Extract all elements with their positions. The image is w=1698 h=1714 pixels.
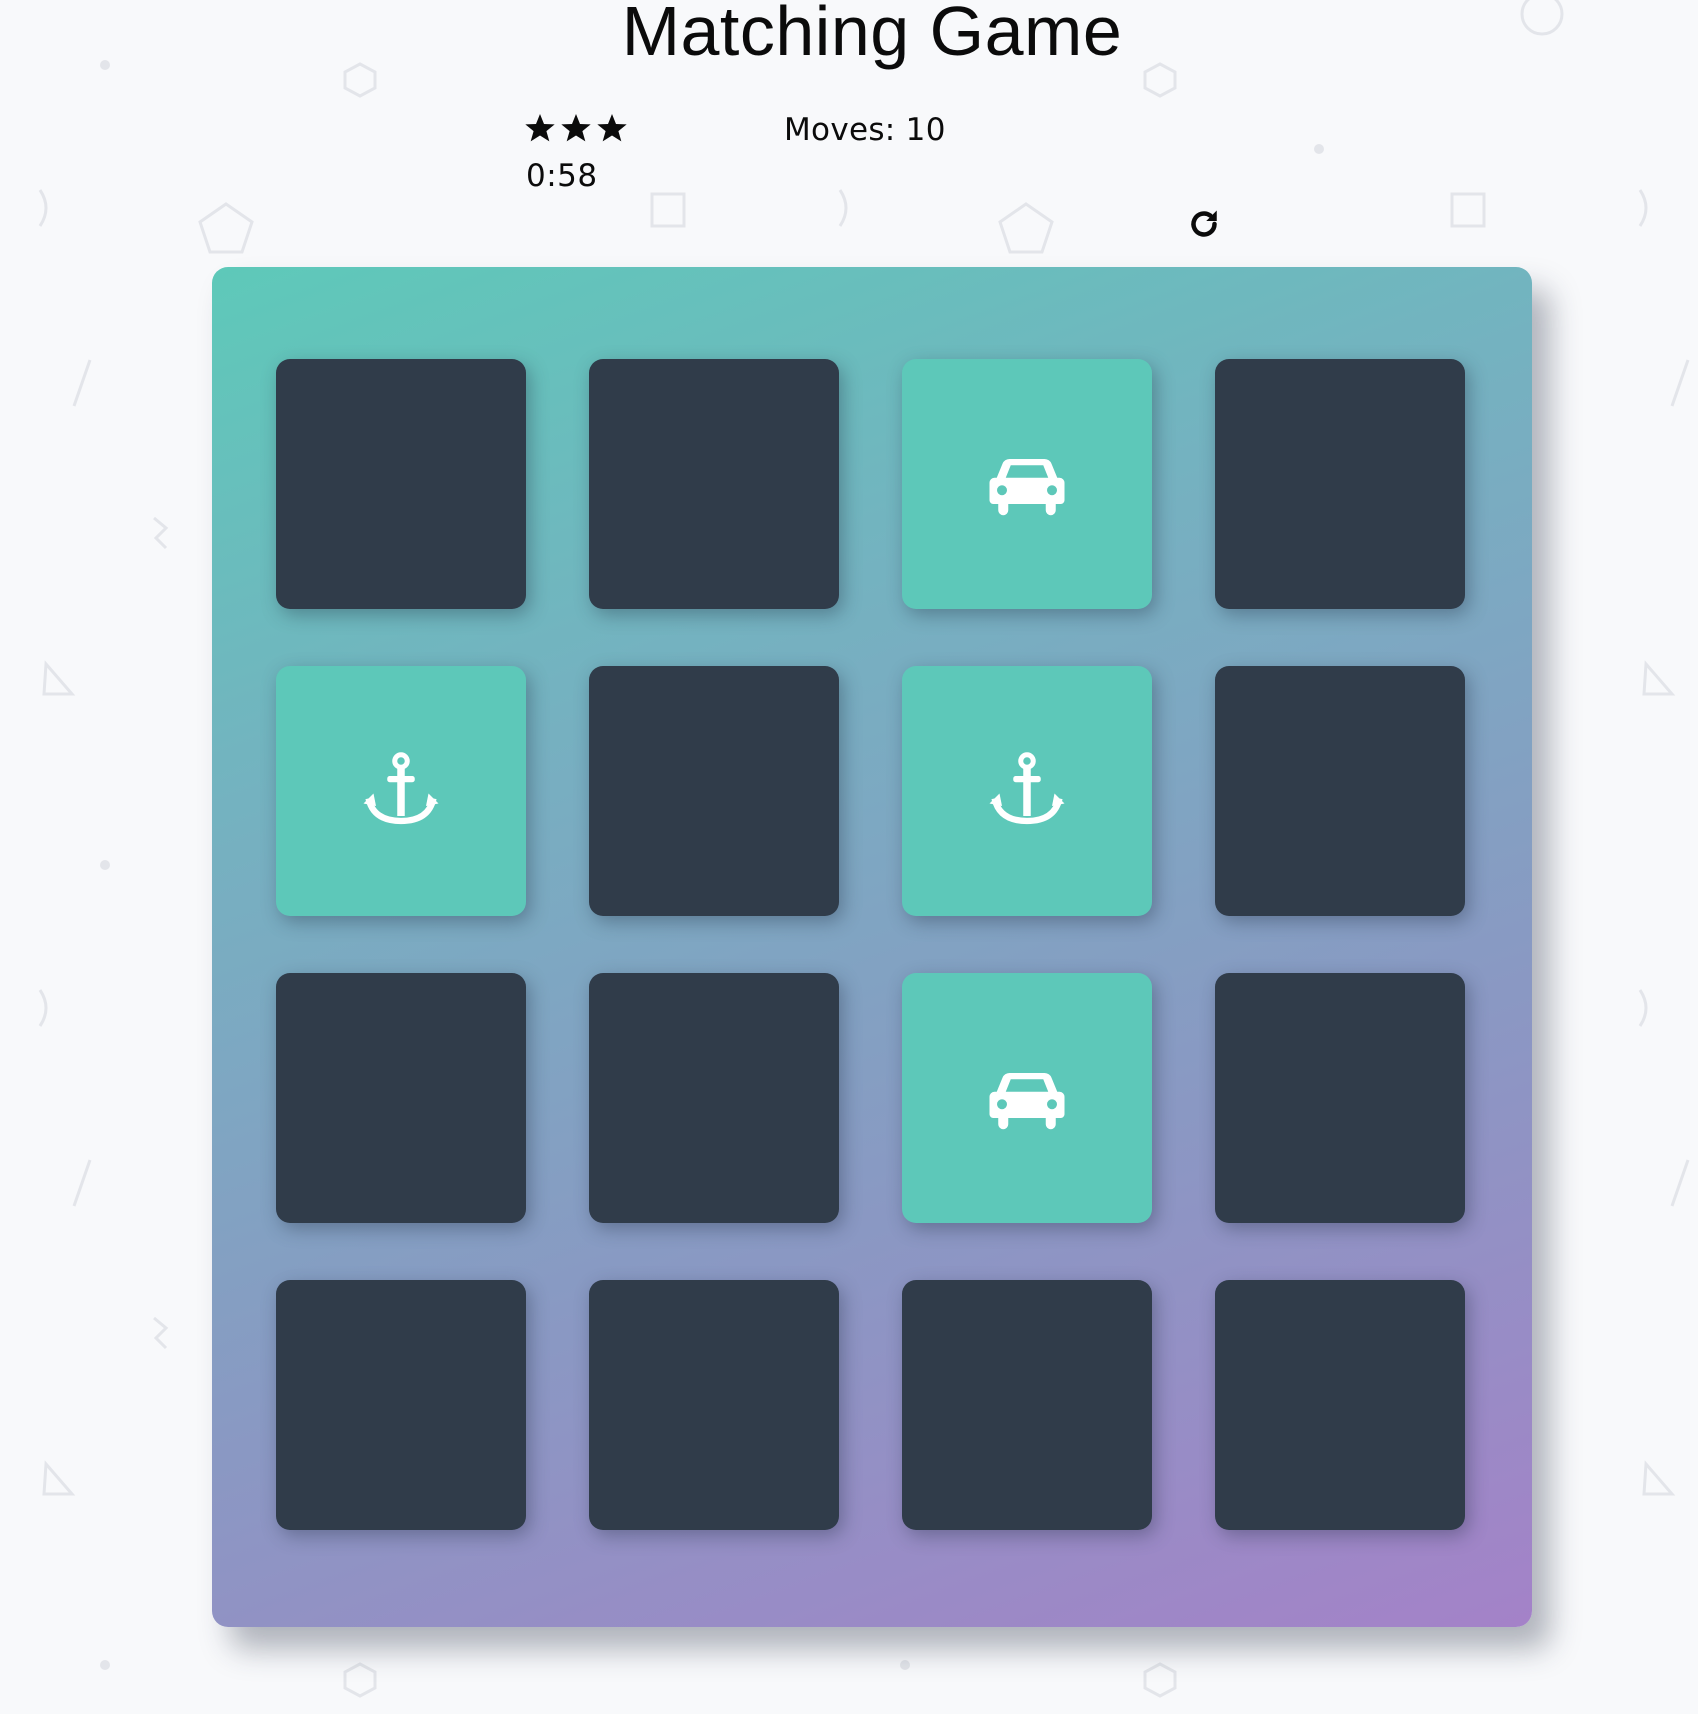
anchor-icon xyxy=(987,751,1067,831)
square-decoration xyxy=(1450,192,1486,228)
dot-decoration xyxy=(100,1660,110,1670)
star-icon xyxy=(561,114,591,142)
square-decoration xyxy=(650,192,686,228)
card-open[interactable] xyxy=(902,359,1152,609)
slash-decoration xyxy=(1670,1159,1690,1207)
page-title: Matching Game xyxy=(621,0,1123,70)
restart-icon[interactable] xyxy=(1186,206,1222,242)
triangle-decoration xyxy=(1642,1460,1676,1496)
arc-decoration xyxy=(38,189,48,227)
dot-decoration xyxy=(1314,144,1324,154)
card-open[interactable] xyxy=(902,973,1152,1223)
card-open[interactable] xyxy=(902,666,1152,916)
triangle-decoration xyxy=(42,660,76,696)
timer: 0:58 xyxy=(526,158,598,194)
star-rating xyxy=(524,112,628,144)
card-closed[interactable] xyxy=(589,359,839,609)
card-closed[interactable] xyxy=(902,1280,1152,1530)
slash-decoration xyxy=(72,1159,92,1207)
star-icon xyxy=(525,114,555,142)
anchor-icon xyxy=(361,751,441,831)
arc-decoration xyxy=(838,189,848,227)
triangle-decoration xyxy=(42,1460,76,1496)
car-icon xyxy=(987,444,1067,524)
card-open[interactable] xyxy=(276,666,526,916)
card-closed[interactable] xyxy=(1215,1280,1465,1530)
triangle-decoration xyxy=(1642,660,1676,696)
card-closed[interactable] xyxy=(1215,666,1465,916)
slash-decoration xyxy=(1670,359,1690,407)
moves-counter: Moves: 10 xyxy=(784,112,946,148)
car-icon xyxy=(987,1058,1067,1138)
card-closed[interactable] xyxy=(589,973,839,1223)
dot-decoration xyxy=(100,860,110,870)
zigzag-decoration xyxy=(153,516,169,550)
card-closed[interactable] xyxy=(276,1280,526,1530)
card-closed[interactable] xyxy=(276,973,526,1223)
game-board xyxy=(212,267,1532,1627)
card-closed[interactable] xyxy=(1215,359,1465,609)
slash-decoration xyxy=(72,359,92,407)
star-icon xyxy=(597,114,627,142)
hexagon-decoration xyxy=(1143,1662,1177,1698)
pentagon-decoration xyxy=(998,202,1054,254)
arc-decoration xyxy=(38,989,48,1027)
dot-decoration xyxy=(900,1660,910,1670)
arc-decoration xyxy=(1638,189,1648,227)
card-closed[interactable] xyxy=(276,359,526,609)
zigzag-decoration xyxy=(153,1316,169,1350)
hexagon-decoration xyxy=(343,1662,377,1698)
game-page: Matching Game 0:58 Moves: 10 xyxy=(0,0,1698,1714)
card-closed[interactable] xyxy=(589,1280,839,1530)
arc-decoration xyxy=(1638,989,1648,1027)
pentagon-decoration xyxy=(198,202,254,254)
card-closed[interactable] xyxy=(1215,973,1465,1223)
card-closed[interactable] xyxy=(589,666,839,916)
